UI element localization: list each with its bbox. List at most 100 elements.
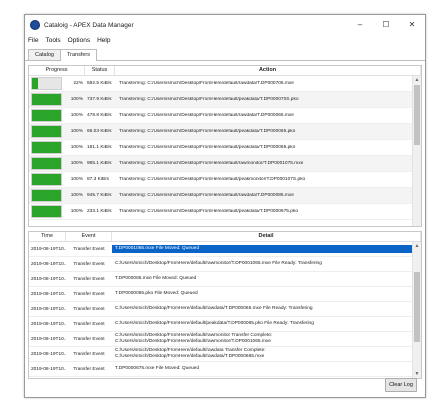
scroll-down-icon[interactable]: ▼ — [413, 370, 421, 378]
progress-percent: 100% — [70, 193, 83, 198]
transfer-action: Transferring: C:/Users/smich/Desktop/Fro… — [119, 209, 298, 214]
progress-bar — [31, 189, 62, 202]
transfer-action: Transferring: C:/Users/smich/Desktop/Fro… — [119, 177, 306, 182]
event-type: Transfer Event — [73, 291, 105, 297]
progress-bar — [31, 125, 62, 138]
event-log-rows: 2019-08-19T10... Transfer Event T.DP000106… — [29, 242, 413, 377]
menu-file[interactable]: File — [28, 37, 38, 44]
event-row[interactable]: 2019-08-19T10... Transfer Event T.DP000006… — [29, 287, 413, 302]
event-time: 2019-08-19T10... — [31, 366, 66, 372]
progress-percent: 100% — [70, 129, 83, 134]
progress-percent: 100% — [70, 209, 83, 214]
progress-bar — [31, 173, 62, 186]
transfer-action: Transferring: C:/Users/smich/Desktop/Fro… — [119, 145, 296, 150]
progress-bar — [31, 205, 62, 218]
transfer-rate: 737.9 KiB/s — [87, 97, 112, 102]
column-header-action[interactable]: Action — [115, 66, 421, 75]
event-detail: C:/Users/smich/Desktop/FromHere/default/… — [115, 321, 314, 327]
title-bar[interactable]: Cataloig - APEX Data Manager – ☐ ✕ — [25, 15, 425, 35]
progress-cell — [29, 76, 64, 91]
menu-options[interactable]: Options — [68, 37, 90, 44]
transfers-table: Progress Status Action 22% 592.5 KiB/s Tra… — [28, 65, 422, 227]
progress-percent: 100% — [70, 97, 83, 102]
maximize-button[interactable]: ☐ — [373, 15, 399, 35]
event-row[interactable]: 2019-08-19T10... Transfer Event C:/Users/s… — [29, 347, 413, 362]
transfer-row[interactable]: 100% 233.1 KiB/s Transferring: C:/Users/sm… — [29, 204, 413, 220]
window-title: Cataloig - APEX Data Manager — [44, 21, 134, 29]
clear-log-button[interactable]: Clear Log — [385, 378, 417, 392]
event-row[interactable]: 2019-08-19T10... Transfer Event C:/Users/s… — [29, 302, 413, 317]
progress-percent: 22% — [73, 81, 83, 86]
event-type: Transfer Event — [73, 336, 105, 342]
progress-cell — [29, 204, 64, 219]
transfer-rate: 233.1 KiB/s — [87, 209, 112, 214]
transfer-row[interactable]: 100% 181.1 KiB/s Transferring: C:/Users/sm… — [29, 140, 413, 156]
app-logo-icon — [30, 20, 40, 30]
event-row[interactable]: 2019-08-19T10... Transfer Event T.DP000106… — [29, 242, 413, 257]
tab-transfers[interactable]: Transfers — [59, 49, 97, 61]
progress-bar — [31, 157, 62, 170]
event-row[interactable]: 2019-08-19T10... Transfer Event T.DP000065… — [29, 272, 413, 287]
event-type: Transfer Event — [73, 276, 105, 282]
event-log-scrollbar[interactable]: ▲ ▼ — [412, 242, 421, 378]
progress-bar-fill — [32, 174, 61, 185]
scroll-up-icon[interactable]: ▲ — [413, 76, 421, 84]
menu-tools[interactable]: Tools — [45, 37, 60, 44]
progress-bar-fill — [32, 78, 39, 89]
column-header-time[interactable]: Time — [29, 232, 66, 241]
transfer-rate: 66.03 KiB/s — [87, 129, 112, 134]
progress-cell — [29, 188, 64, 203]
transfer-rate: 985.1 KiB/s — [87, 161, 112, 166]
event-time: 2019-08-19T10... — [31, 261, 66, 267]
transfer-action: Transferring: C:/Users/smich/Desktop/Fro… — [119, 193, 294, 198]
event-detail: C:/Users/smich/Desktop/FromHere/default/… — [115, 261, 322, 267]
progress-percent: 100% — [70, 145, 83, 150]
transfers-rows: 22% 592.5 KiB/s Transferring: C:/Users/smi… — [29, 76, 413, 220]
event-row[interactable]: 2019-08-19T10... Transfer Event C:/Users/s… — [29, 257, 413, 272]
transfers-scroll-thumb[interactable] — [414, 85, 420, 145]
transfer-row[interactable]: 100% 737.9 KiB/s Transferring: C:/Users/sm… — [29, 92, 413, 108]
transfer-row[interactable]: 100% 87.3 KiB/s Transferring: C:/Users/smi… — [29, 172, 413, 188]
event-detail: C:/Users/smich/Desktop/FromHere/default/… — [115, 348, 266, 359]
transfer-rate: 945.7 KiB/s — [87, 193, 112, 198]
menu-help[interactable]: Help — [97, 37, 110, 44]
transfer-row[interactable]: 100% 985.1 KiB/s Transferring: C:/Users/sm… — [29, 156, 413, 172]
column-header-status[interactable]: Status — [85, 66, 115, 75]
transfer-action: Transferring: C:/Users/smich/Desktop/Fro… — [119, 113, 294, 118]
progress-cell — [29, 108, 64, 123]
event-row[interactable]: 2019-08-19T10... Transfer Event C:/Users/s… — [29, 332, 413, 347]
column-header-progress[interactable]: Progress — [29, 66, 85, 75]
event-type: Transfer Event — [73, 366, 105, 372]
progress-bar — [31, 109, 62, 122]
progress-bar-fill — [32, 94, 61, 105]
event-detail: C:/Users/smich/Desktop/FromHere/default/… — [115, 306, 313, 312]
transfer-row[interactable]: 100% 478.8 KiB/s Transferring: C:/Users/sm… — [29, 108, 413, 124]
minimize-button[interactable]: – — [347, 15, 373, 35]
progress-cell — [29, 124, 64, 139]
event-row[interactable]: 2019-08-19T10... Transfer Event C:/Users/s… — [29, 317, 413, 332]
transfer-row[interactable]: 100% 945.7 KiB/s Transferring: C:/Users/sm… — [29, 188, 413, 204]
event-row[interactable]: 2019-08-19T10... Transfer Event T.DP000067… — [29, 362, 413, 377]
transfer-row[interactable]: 100% 66.03 KiB/s Transferring: C:/Users/sm… — [29, 124, 413, 140]
transfers-scrollbar[interactable]: ▲ — [412, 76, 421, 226]
transfers-header: Progress Status Action — [29, 66, 421, 76]
scroll-up-icon[interactable]: ▲ — [413, 242, 421, 250]
event-log-header: Time Event Detail — [29, 232, 421, 242]
tab-catalog[interactable]: Catalog — [28, 49, 61, 60]
event-type: Transfer Event — [73, 321, 105, 327]
progress-bar — [31, 141, 62, 154]
event-detail: T.DP0000675.mxe File Moved: Queued — [115, 366, 199, 372]
progress-cell — [29, 156, 64, 171]
event-log-scroll-thumb[interactable] — [414, 272, 420, 342]
progress-bar-fill — [32, 110, 61, 121]
column-header-event[interactable]: Event — [66, 232, 112, 241]
transfer-rate: 87.3 KiB/s — [87, 177, 109, 182]
menu-bar: File Tools Options Help — [25, 35, 425, 46]
transfer-row[interactable]: 22% 592.5 KiB/s Transferring: C:/Users/smi… — [29, 76, 413, 92]
event-type: Transfer Event — [73, 351, 105, 357]
transfer-action: Transferring: C:/Users/smich/Desktop/Fro… — [119, 129, 296, 134]
transfer-rate: 478.8 KiB/s — [87, 113, 112, 118]
column-header-detail[interactable]: Detail — [112, 232, 421, 241]
close-button[interactable]: ✕ — [399, 15, 425, 35]
event-time: 2019-08-19T10... — [31, 306, 66, 312]
